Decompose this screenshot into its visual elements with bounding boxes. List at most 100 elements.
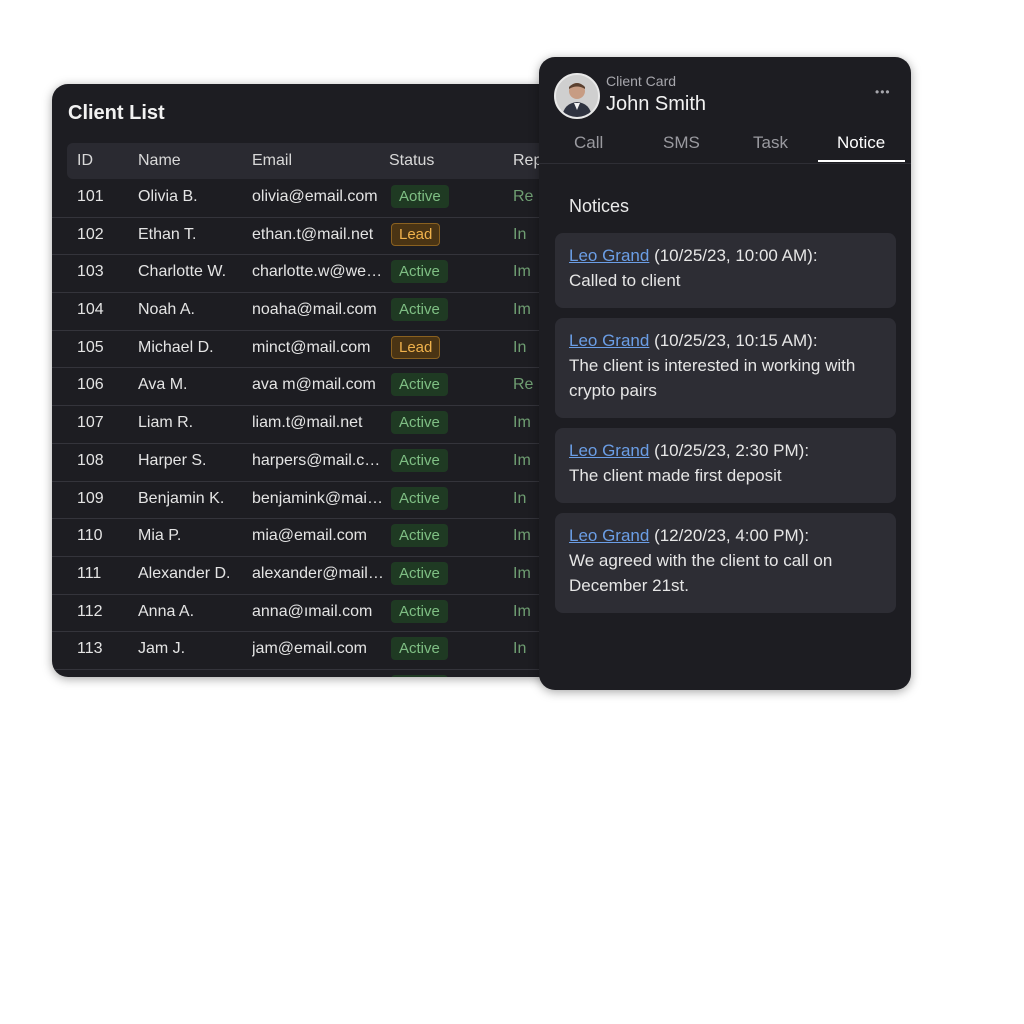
table-row[interactable]: 104 Noah A. noaha@mail.com Active Im: [52, 293, 612, 331]
status-badge: Active: [391, 448, 448, 472]
client-name-cell: Michael D.: [138, 338, 214, 356]
status-cell: Active: [391, 561, 448, 585]
client-email: liam.t@mail.net: [252, 414, 363, 432]
notice-author-link[interactable]: Leo Grand: [569, 526, 649, 545]
client-name-cell: Ava M.: [138, 376, 188, 394]
status-cell: Lead: [391, 335, 441, 359]
tab-task[interactable]: Task: [753, 133, 788, 153]
column-header-status[interactable]: Status: [389, 152, 434, 170]
client-name-cell: Noah A.: [138, 301, 195, 319]
notice-item: Leo Grand (10/25/23, 2:30 PM): The clien…: [555, 428, 896, 503]
client-name: John Smith: [606, 93, 707, 115]
client-name-cell: Charlotte W.: [138, 263, 227, 281]
notice-timestamp: (10/25/23, 10:15 AM):: [649, 331, 818, 350]
client-list-title: Client List: [68, 102, 165, 124]
notice-timestamp: (10/25/23, 10:00 AM):: [649, 246, 818, 265]
status-badge: Active: [391, 298, 448, 322]
client-id: 113: [77, 640, 103, 658]
table-row[interactable]: 111 Alexander D. alexander@mail… Active Im: [52, 557, 612, 595]
table-row[interactable]: 106 Ava M. ava m@mail.com Active Re: [52, 368, 612, 407]
table-row[interactable]: 109 Benjamin K. benjamink@mail… Active In: [52, 482, 612, 520]
tab-sms[interactable]: SMS: [663, 133, 700, 153]
client-id: 101: [77, 188, 104, 205]
status-badge: Active: [391, 411, 448, 435]
client-email: mia@email.com: [252, 527, 367, 545]
client-email: benjamink@mail…: [252, 489, 384, 507]
client-list-panel: Client List ID Name Email Status Rep 101…: [52, 84, 612, 677]
status-badge: Active: [391, 524, 448, 548]
client-id: 106: [77, 376, 104, 394]
table-row[interactable]: 105 Michael D. minct@mail.com Lead In: [52, 331, 612, 369]
client-email: alexander@mail…: [252, 564, 384, 582]
notice-item: Leo Grand (10/25/23, 10:00 AM): Called t…: [555, 233, 896, 308]
table-row[interactable]: 114Bjoran J.bjorapp@mail.cActiveIn: [52, 670, 612, 677]
client-name-cell: Jam J.: [138, 640, 186, 658]
client-name-cell: Harper S.: [138, 451, 207, 469]
client-name-cell: Anna A.: [138, 602, 195, 620]
notice-item: Leo Grand (10/25/23, 10:15 AM): The clie…: [555, 318, 896, 418]
table-row[interactable]: 113 Jam J. jam@email.com Active In: [52, 632, 612, 670]
client-card-panel: Client Card John Smith ••• Call SMS Task…: [539, 57, 911, 690]
client-id: 112: [77, 602, 103, 620]
client-email: jam@email.com: [252, 640, 367, 658]
table-row[interactable]: 112 Anna A. anna@ımail.com Active Im: [52, 595, 612, 633]
column-header-email[interactable]: Email: [252, 152, 292, 170]
status-cell: Active: [391, 637, 448, 661]
table-row[interactable]: 102 Ethan T. ethan.t@mail.net Lead In: [52, 218, 612, 256]
status-cell: Active: [391, 373, 448, 397]
client-email: charlotte.w@web.…: [252, 263, 384, 281]
client-id: 110: [77, 527, 103, 545]
column-header-id[interactable]: ID: [77, 152, 93, 170]
status-badge: Active: [391, 637, 448, 661]
table-row[interactable]: 110 Mia P. mia@email.com Active Im: [52, 519, 612, 557]
active-tab-indicator: [818, 160, 905, 162]
avatar: [554, 73, 600, 119]
client-email: harpers@mail.c…: [252, 451, 381, 469]
status-badge: Lead: [391, 222, 441, 246]
client-id: 105: [77, 338, 104, 356]
client-name-cell: Ethan T.: [138, 225, 197, 243]
notice-author-link[interactable]: Leo Grand: [569, 331, 649, 350]
client-name-cell: Benjamin K.: [138, 489, 225, 507]
status-badge: Lead: [391, 335, 441, 359]
tab-call[interactable]: Call: [574, 133, 603, 153]
client-table-body: 101 Olivia B. olivia@email.com Aotive Re 102 E…: [52, 180, 612, 677]
table-header: ID Name Email Status Rep: [67, 143, 612, 179]
client-id: 111: [77, 564, 102, 582]
status-cell: Active: [391, 298, 448, 322]
card-tabs: Call SMS Task Notice: [539, 129, 911, 164]
notice-timestamp: (10/25/23, 2:30 PM):: [649, 441, 810, 460]
client-id: 103: [77, 263, 104, 281]
client-id: 102: [77, 225, 104, 243]
notice-text: Called to client: [569, 271, 681, 290]
status-cell: Active: [391, 486, 448, 510]
client-email: olivia@email.com: [252, 188, 378, 205]
notice-item: Leo Grand (12/20/23, 4:00 PM): We agreed…: [555, 513, 896, 613]
avatar-person-icon: [556, 75, 598, 117]
client-email: anna@ımail.com: [252, 602, 373, 620]
client-name-cell: Liam R.: [138, 414, 194, 432]
status-badge: Active: [391, 373, 448, 397]
client-id: 104: [77, 301, 104, 319]
notices-heading: Notices: [569, 196, 630, 216]
status-cell: Active: [391, 674, 448, 677]
table-row[interactable]: 107 Liam R. liam.t@mail.net Active Im: [52, 406, 612, 444]
status-badge: Active: [391, 599, 448, 623]
status-cell: Active: [391, 599, 448, 623]
client-email: minct@mail.com: [252, 338, 371, 356]
notice-text: The client is interested in working with…: [569, 356, 856, 400]
client-id: 107: [77, 414, 104, 432]
status-cell: Aotive: [391, 185, 449, 208]
column-header-name[interactable]: Name: [138, 152, 181, 170]
table-row[interactable]: 101 Olivia B. olivia@email.com Aotive Re: [52, 180, 612, 218]
table-row[interactable]: 108 Harper S. harpers@mail.c… Active Im: [52, 444, 612, 482]
notice-author-link[interactable]: Leo Grand: [569, 441, 649, 460]
column-header-rep[interactable]: Rep: [513, 152, 542, 170]
notice-author-link[interactable]: Leo Grand: [569, 246, 649, 265]
client-name-cell: Alexander D.: [138, 564, 231, 582]
table-row[interactable]: 103 Charlotte W. charlotte.w@web.… Active Im: [52, 255, 612, 294]
ellipsis-icon[interactable]: •••: [875, 85, 891, 99]
notice-text: We agreed with the client to call on Dec…: [569, 551, 833, 595]
tab-notice[interactable]: Notice: [837, 133, 885, 153]
client-name-cell: Mia P.: [138, 527, 182, 545]
